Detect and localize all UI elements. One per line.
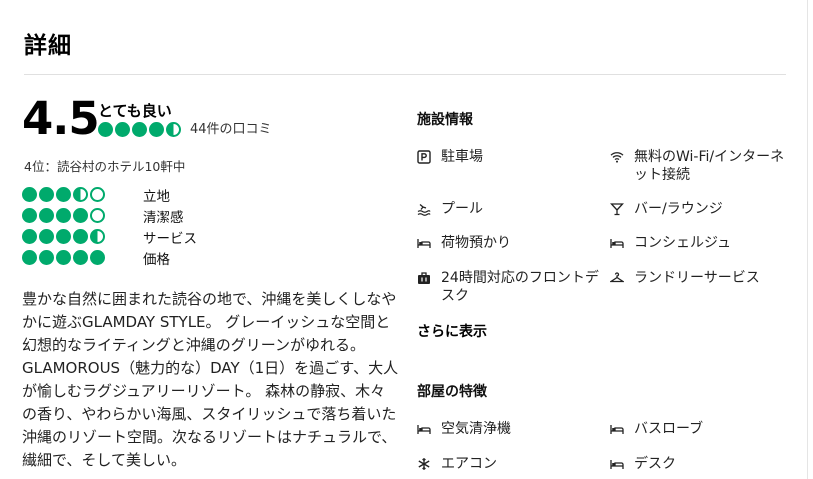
bed-icon [610, 422, 624, 436]
overall-bubble-rating [98, 122, 181, 137]
room-feature-desk: デスク [610, 455, 796, 473]
amenity-baggage: 荷物預かり [417, 234, 603, 252]
rating-bubble [73, 229, 88, 244]
sub-rating-cleanliness: 清潔感 [22, 205, 197, 226]
amenity-front-desk: 24時間対応のフロントデスク [417, 269, 603, 305]
rating-bubble [115, 122, 130, 137]
amenity-label: デスク [634, 456, 676, 472]
bubble-rating [22, 208, 122, 223]
sub-ratings: 立地 清潔感 サービス 価格 [22, 184, 197, 268]
ranking-text: 4位：読谷村のホテル10軒中 [24, 159, 186, 174]
sub-rating-label: 清潔感 [143, 209, 184, 226]
rating-bubble [39, 250, 54, 265]
amenity-label: バー/ラウンジ [634, 201, 723, 217]
sub-rating-service: サービス [22, 226, 197, 247]
snowflake-icon [417, 457, 431, 471]
bubble-rating [22, 250, 122, 265]
rating-bubble [98, 122, 113, 137]
amenity-label: バスローブ [634, 421, 704, 437]
sub-rating-label: 価格 [143, 251, 170, 268]
rating-label: とても良い [98, 102, 172, 120]
pool-icon [417, 202, 431, 216]
bed-icon [610, 457, 624, 471]
rating-bubble [149, 122, 164, 137]
amenity-label: 荷物預かり [441, 235, 511, 251]
amenity-label: プール [441, 201, 483, 217]
sub-rating-value: 価格 [22, 247, 197, 268]
rating-bubble [56, 250, 71, 265]
hotel-description: 豊かな自然に囲まれた読谷の地で、沖縄を美しくしなやかに遊ぶGLAMDAY STY… [22, 290, 399, 469]
sub-rating-location: 立地 [22, 184, 197, 205]
rating-bubble [73, 250, 88, 265]
amenity-parking: 駐車場 [417, 148, 603, 166]
amenity-bar: バー/ラウンジ [610, 200, 796, 218]
divider [24, 74, 786, 75]
hanger-icon [610, 271, 624, 285]
rating-bubble [39, 187, 54, 202]
bed-icon [417, 236, 431, 250]
rating-bubble [22, 208, 37, 223]
amenity-label: 24時間対応のフロントデスク [441, 270, 599, 304]
rating-bubble [56, 229, 71, 244]
room-feature-air-conditioning: エアコン [417, 455, 603, 473]
amenity-label: 駐車場 [441, 149, 483, 165]
parking-icon [417, 150, 431, 164]
amenity-pool: プール [417, 200, 603, 218]
rating-bubble [90, 229, 105, 244]
amenity-label: コンシェルジュ [634, 235, 732, 251]
rating-bubble [22, 250, 37, 265]
room-feature-bathrobe: バスローブ [610, 420, 796, 438]
hotel-details-panel: 詳細 4.5 とても良い 44件の口コミ 4位：読谷村のホテル10軒中 立地 清… [0, 0, 808, 479]
rating-bubble [90, 208, 105, 223]
amenity-label: 空気清浄機 [441, 421, 511, 437]
rating-bubble [132, 122, 147, 137]
rating-bubble [166, 122, 181, 137]
rating-bubble [90, 187, 105, 202]
room-feature-air-purifier: 空気清浄機 [417, 420, 603, 438]
section-title: 詳細 [24, 33, 72, 59]
rating-bubble [73, 208, 88, 223]
cocktail-icon [610, 202, 624, 216]
overall-score: 4.5 [22, 92, 100, 145]
show-more-link[interactable]: さらに表示 [417, 321, 487, 341]
bed-icon [417, 422, 431, 436]
reviews-count-link[interactable]: 44件の口コミ [190, 122, 272, 138]
amenity-label: ランドリーサービス [634, 270, 760, 286]
rating-bubble [22, 187, 37, 202]
rating-bubble [22, 229, 37, 244]
rating-bubble [90, 250, 105, 265]
bubble-rating [22, 187, 122, 202]
wifi-icon [610, 150, 624, 164]
rating-bubble [73, 187, 88, 202]
sub-rating-label: 立地 [143, 188, 170, 205]
amenity-wifi: 無料のWi-Fi/インターネット接続 [610, 148, 796, 184]
room-features-title: 部屋の特徴 [417, 384, 487, 400]
amenity-label: エアコン [441, 456, 497, 472]
amenity-concierge: コンシェルジュ [610, 234, 796, 252]
facilities-title: 施設情報 [417, 112, 473, 128]
bed-icon [610, 236, 624, 250]
bubble-rating [22, 229, 122, 244]
rating-bubble [39, 208, 54, 223]
rating-bubble [39, 229, 54, 244]
amenity-laundry: ランドリーサービス [610, 269, 796, 287]
rating-bubble [56, 187, 71, 202]
luggage-icon [417, 271, 431, 285]
amenity-label: 無料のWi-Fi/インターネット接続 [634, 149, 785, 183]
rating-bubble [56, 208, 71, 223]
sub-rating-label: サービス [143, 230, 197, 247]
